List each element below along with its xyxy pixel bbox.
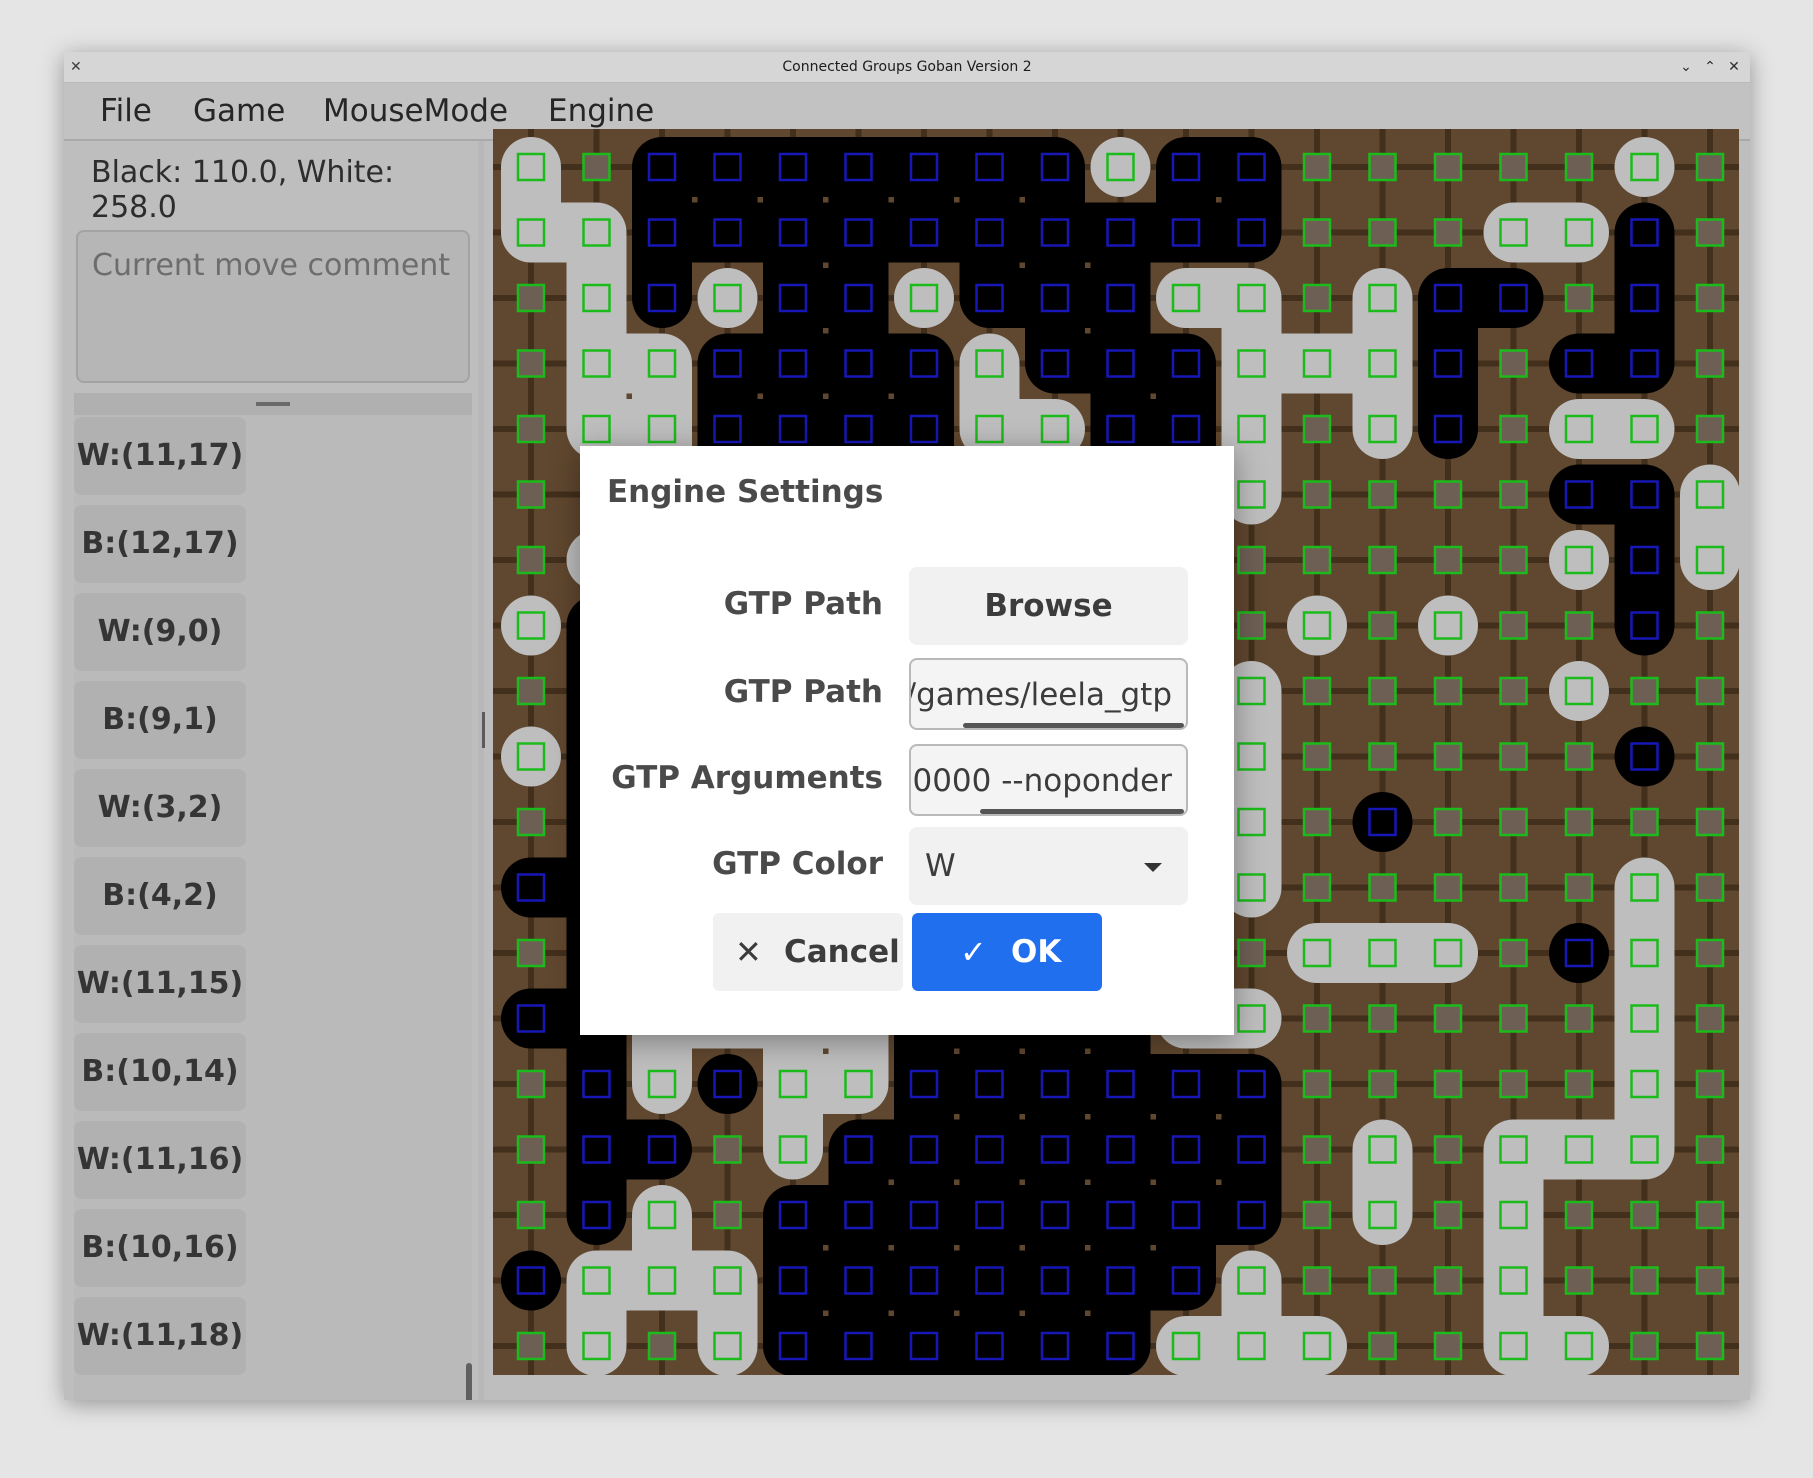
gtp-arguments-label: GTP Arguments xyxy=(611,760,883,796)
text-scroll-indicator xyxy=(963,723,1184,728)
gtp-color-value[interactable]: W xyxy=(925,827,956,905)
browse-button[interactable]: Browse xyxy=(909,567,1188,645)
engine-settings-dialog: Engine Settings GTP Path Browse GTP Path… xyxy=(580,446,1234,1035)
dialog-title: Engine Settings xyxy=(607,474,884,510)
gtp-path-browse-label: GTP Path xyxy=(723,586,883,622)
cancel-label[interactable]: Cancel xyxy=(784,913,900,991)
dropdown-arrow-icon[interactable] xyxy=(1144,863,1162,872)
gtp-color-label: GTP Color xyxy=(712,846,883,882)
gtp-arguments-value[interactable]: 20000 --noponder xyxy=(911,746,1172,814)
gtp-arguments-field[interactable]: 20000 --noponder xyxy=(909,744,1188,816)
gtp-path-field[interactable]: r/games/leela_gtp xyxy=(909,658,1188,730)
ok-label[interactable]: OK xyxy=(1011,913,1061,991)
text-scroll-indicator xyxy=(980,809,1184,814)
gtp-path-label: GTP Path xyxy=(723,674,883,710)
checkmark-icon[interactable]: ✓ xyxy=(960,913,987,991)
gtp-color-select[interactable]: W xyxy=(909,827,1188,905)
close-icon[interactable]: ✕ xyxy=(735,913,762,991)
gtp-path-value[interactable]: r/games/leela_gtp xyxy=(911,660,1172,728)
cancel-button[interactable]: ✕ Cancel xyxy=(713,913,903,991)
ok-button[interactable]: ✓ OK xyxy=(912,913,1102,991)
